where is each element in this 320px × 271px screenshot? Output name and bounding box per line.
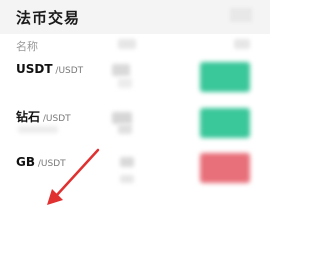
annotation-arrow [47, 148, 100, 205]
fiat-trading-screen: 法币交易 名称 USDT /USDT 钻石 /USDT GB /USDT [0, 0, 270, 271]
